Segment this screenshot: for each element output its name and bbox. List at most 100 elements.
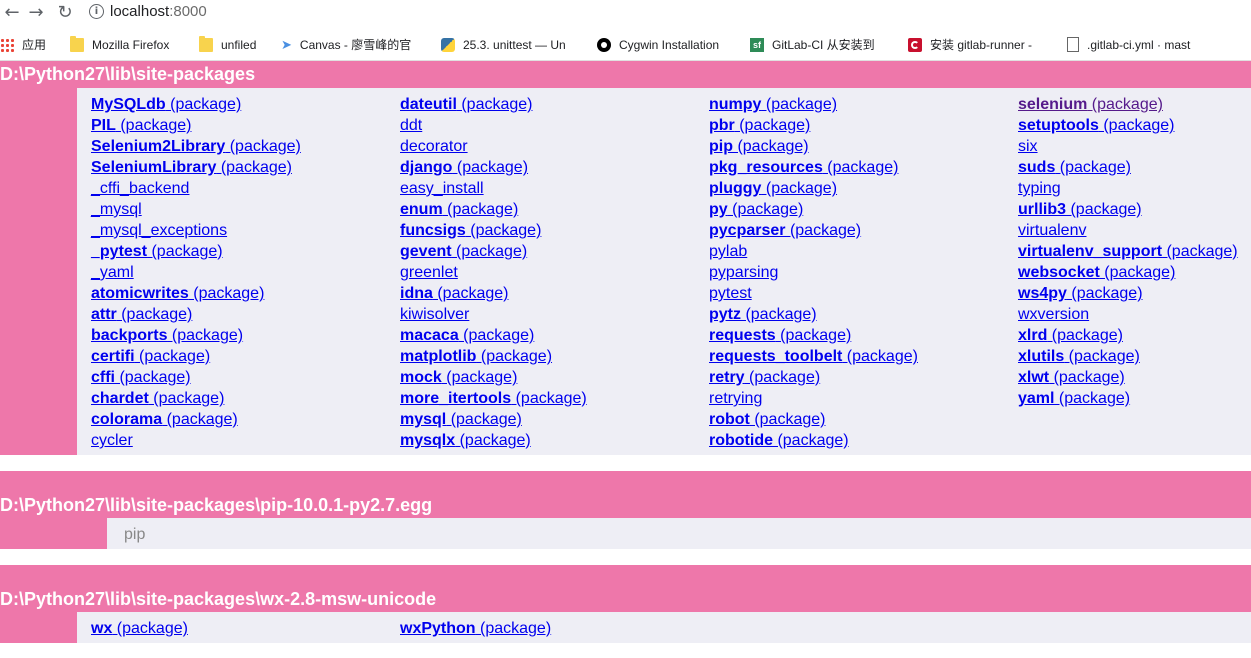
package-link[interactable]: more_itertools (package) [400,390,587,407]
package-link[interactable]: backports (package) [91,327,243,344]
package-name: xlutils [1018,348,1065,365]
package-link[interactable]: SeleniumLibrary (package) [91,159,292,176]
package-link[interactable]: _cffi_backend [91,180,189,197]
package-link[interactable]: ddt [400,117,422,134]
package-link[interactable]: atomicwrites (package) [91,285,264,302]
package-link[interactable]: wxPython (package) [400,620,551,637]
package-link[interactable]: _mysql_exceptions [91,222,227,239]
bookmark-cygwin[interactable]: Cygwin Installation [597,30,737,60]
package-link[interactable]: requests (package) [709,327,851,344]
package-link[interactable]: pyparsing [709,264,778,281]
package-name: macaca [400,327,459,344]
package-link[interactable]: pkg_resources (package) [709,159,898,176]
package-link[interactable]: macaca (package) [400,327,534,344]
package-link[interactable]: kiwisolver [400,306,469,323]
package-link[interactable]: _mysql [91,201,142,218]
package-link[interactable]: attr (package) [91,306,192,323]
package-link[interactable]: requests_toolbelt (package) [709,348,918,365]
package-link[interactable]: robotide (package) [709,432,849,449]
package-link[interactable]: easy_install [400,180,484,197]
package-link[interactable]: suds (package) [1018,159,1131,176]
package-suffix: (package) [112,620,188,637]
package-link[interactable]: wxversion [1018,306,1089,323]
forward-arrow-icon[interactable]: → [25,2,47,24]
package-link[interactable]: matplotlib (package) [400,348,552,365]
package-link[interactable]: _yaml [91,264,134,281]
package-entry: requests (package) [709,325,918,346]
package-link[interactable]: virtualenv [1018,222,1086,239]
package-link[interactable]: chardet (package) [91,390,224,407]
package-link[interactable]: enum (package) [400,201,518,218]
info-icon[interactable]: i [89,4,104,19]
package-link[interactable]: typing [1018,180,1061,197]
package-name: cffi [91,369,115,386]
package-link[interactable]: dateutil (package) [400,96,532,113]
bookmark-mozilla-firefox[interactable]: Mozilla Firefox [70,30,188,60]
section-title: D:\Python27\lib\site-packages\pip-10.0.1… [0,495,433,515]
package-link[interactable]: yaml (package) [1018,390,1130,407]
package-link[interactable]: pytest [709,285,752,302]
bookmark-unfiled[interactable]: unfiled [199,30,274,60]
package-link[interactable]: pytz (package) [709,306,817,323]
package-link[interactable]: xlrd (package) [1018,327,1123,344]
package-link[interactable]: mysql (package) [400,411,522,428]
package-link[interactable]: ws4py (package) [1018,285,1143,302]
package-link[interactable]: websocket (package) [1018,264,1175,281]
package-entry: kiwisolver [400,304,587,325]
package-entry: _yaml [91,262,301,283]
package-link[interactable]: setuptools (package) [1018,117,1174,134]
package-link[interactable]: virtualenv_support (package) [1018,243,1238,260]
package-entry: decorator [400,136,587,157]
bookmark-gitlab-runner[interactable]: 安装 gitlab-runner - [908,30,1048,60]
package-link[interactable]: py (package) [709,201,803,218]
package-link[interactable]: wx (package) [91,620,188,637]
package-link[interactable]: greenlet [400,264,458,281]
package-name: selenium [1018,96,1088,113]
package-link[interactable]: MySQLdb (package) [91,96,241,113]
cygwin-logo-icon [597,37,611,52]
back-arrow-icon[interactable]: ← [1,2,23,24]
package-link[interactable]: xlutils (package) [1018,348,1140,365]
package-name: xlwt [1018,369,1050,386]
bookmark-canvas[interactable]: ➤ Canvas - 廖雪峰的官 [281,30,421,60]
package-link[interactable]: PIL (package) [91,117,191,134]
package-link[interactable]: six [1018,138,1038,155]
package-link[interactable]: pycparser (package) [709,222,861,239]
package-suffix: (package) [456,96,533,113]
package-entry: retry (package) [709,367,918,388]
package-link[interactable]: decorator [400,138,468,155]
package-link[interactable]: pip (package) [709,138,809,155]
package-link[interactable]: pylab [709,243,747,260]
package-link[interactable]: pluggy (package) [709,180,837,197]
package-link[interactable]: colorama (package) [91,411,238,428]
package-link[interactable]: certifi (package) [91,348,210,365]
package-link[interactable]: cycler [91,432,133,449]
package-link[interactable]: funcsigs (package) [400,222,541,239]
package-link[interactable]: cffi (package) [91,369,191,386]
reload-icon[interactable]: ↻ [54,2,76,24]
package-link[interactable]: gevent (package) [400,243,527,260]
bookmark-gitlab-ci-yml[interactable]: .gitlab-ci.yml · mast [1067,30,1207,60]
package-link[interactable]: selenium (package) [1018,96,1163,113]
package-link[interactable]: robot (package) [709,411,825,428]
package-link[interactable]: mock (package) [400,369,517,386]
package-link[interactable]: pbr (package) [709,117,810,134]
address-bar[interactable]: localhost:8000 [110,3,207,21]
bookmark-gitlab-ci[interactable]: sf GitLab-CI 从安装到 [750,30,890,60]
package-name: attr [91,306,117,323]
package-link[interactable]: numpy (package) [709,96,837,113]
package-link[interactable]: django (package) [400,159,528,176]
package-link[interactable]: _pytest (package) [91,243,223,260]
package-link[interactable]: retrying [709,390,762,407]
package-name: retrying [709,390,763,407]
package-link[interactable]: Selenium2Library (package) [91,138,301,155]
package-link[interactable]: retry (package) [709,369,820,386]
package-link[interactable]: idna (package) [400,285,508,302]
package-link[interactable]: xlwt (package) [1018,369,1125,386]
package-entry: py (package) [709,199,918,220]
package-link[interactable]: urllib3 (package) [1018,201,1142,218]
bookmark-apps[interactable]: 应用 [0,30,60,60]
bookmark-unittest[interactable]: 25.3. unittest — Un [441,30,577,60]
package-entry: _mysql [91,199,301,220]
package-link[interactable]: mysqlx (package) [400,432,531,449]
